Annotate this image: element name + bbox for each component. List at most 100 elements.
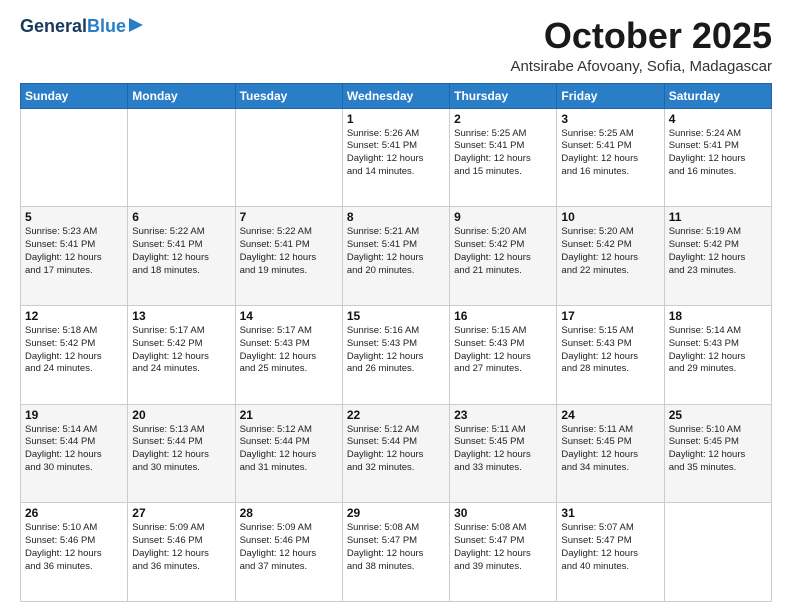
day-info: Sunrise: 5:12 AMSunset: 5:44 PMDaylight:…: [347, 424, 445, 475]
calendar-cell: 16 Sunrise: 5:15 AMSunset: 5:43 PMDayligh…: [450, 305, 557, 404]
col-sunday: Sunday: [21, 83, 128, 108]
day-number: 1: [347, 112, 445, 126]
calendar-cell: 15 Sunrise: 5:16 AMSunset: 5:43 PMDayligh…: [342, 305, 449, 404]
day-number: 15: [347, 309, 445, 323]
calendar-cell: 12Sunrise: 5:18 AMSunset: 5:42 PMDayligh…: [21, 305, 128, 404]
calendar-cell: 23 Sunrise: 5:11 AMSunset: 5:45 PMDayligh…: [450, 404, 557, 503]
calendar-week-row-1: 1Sunrise: 5:26 AMSunset: 5:41 PMDaylight…: [21, 108, 772, 207]
calendar-cell: 20 Sunrise: 5:13 AMSunset: 5:44 PMDayligh…: [128, 404, 235, 503]
day-number: 20: [132, 408, 230, 422]
day-number: 4: [669, 112, 767, 126]
calendar-cell: 31Sunrise: 5:07 AMSunset: 5:47 PMDayligh…: [557, 503, 664, 602]
calendar-cell: 17Sunrise: 5:15 AMSunset: 5:43 PMDayligh…: [557, 305, 664, 404]
day-info: Sunrise: 5:10 AMSunset: 5:46 PMDaylight:…: [25, 522, 123, 573]
location: Antsirabe Afovoany, Sofia, Madagascar: [510, 58, 772, 75]
day-number: 11: [669, 210, 767, 224]
calendar-cell: 18 Sunrise: 5:14 AMSunset: 5:43 PMDayligh…: [664, 305, 771, 404]
day-info: Sunrise: 5:12 AMSunset: 5:44 PMDaylight:…: [240, 424, 338, 475]
day-info: Sunrise: 5:19 AMSunset: 5:42 PMDaylight:…: [669, 226, 767, 277]
calendar-week-row-5: 26 Sunrise: 5:10 AMSunset: 5:46 PMDayligh…: [21, 503, 772, 602]
calendar-header-row: Sunday Monday Tuesday Wednesday Thursday…: [21, 83, 772, 108]
page: General Blue October 2025 Antsirabe Afov…: [0, 0, 792, 612]
day-info: Sunrise: 5:09 AMSunset: 5:46 PMDaylight:…: [240, 522, 338, 573]
day-info: Sunrise: 5:15 AMSunset: 5:43 PMDaylight:…: [454, 325, 552, 376]
calendar-cell: 19 Sunrise: 5:14 AMSunset: 5:44 PMDayligh…: [21, 404, 128, 503]
day-info: Sunrise: 5:14 AMSunset: 5:44 PMDaylight:…: [25, 424, 123, 475]
day-info: Sunrise: 5:17 AMSunset: 5:43 PMDaylight:…: [240, 325, 338, 376]
calendar-cell: 29Sunrise: 5:08 AMSunset: 5:47 PMDayligh…: [342, 503, 449, 602]
day-info: Sunrise: 5:20 AMSunset: 5:42 PMDaylight:…: [561, 226, 659, 277]
day-number: 30: [454, 506, 552, 520]
day-number: 26: [25, 506, 123, 520]
calendar-cell: 1Sunrise: 5:26 AMSunset: 5:41 PMDaylight…: [342, 108, 449, 207]
calendar-cell: 3Sunrise: 5:25 AMSunset: 5:41 PMDaylight…: [557, 108, 664, 207]
day-number: 13: [132, 309, 230, 323]
calendar-cell: 22 Sunrise: 5:12 AMSunset: 5:44 PMDayligh…: [342, 404, 449, 503]
calendar-cell: 27Sunrise: 5:09 AMSunset: 5:46 PMDayligh…: [128, 503, 235, 602]
col-saturday: Saturday: [664, 83, 771, 108]
calendar-cell: 2Sunrise: 5:25 AMSunset: 5:41 PMDaylight…: [450, 108, 557, 207]
calendar-week-row-2: 5 Sunrise: 5:23 AMSunset: 5:41 PMDaylight…: [21, 207, 772, 306]
calendar-cell: 6 Sunrise: 5:22 AMSunset: 5:41 PMDaylight…: [128, 207, 235, 306]
day-number: 18: [669, 309, 767, 323]
calendar-cell: 5 Sunrise: 5:23 AMSunset: 5:41 PMDaylight…: [21, 207, 128, 306]
calendar-cell: 10 Sunrise: 5:20 AMSunset: 5:42 PMDayligh…: [557, 207, 664, 306]
day-info: Sunrise: 5:14 AMSunset: 5:43 PMDaylight:…: [669, 325, 767, 376]
day-info: Sunrise: 5:25 AMSunset: 5:41 PMDaylight:…: [454, 128, 552, 179]
day-number: 3: [561, 112, 659, 126]
calendar-cell: 25 Sunrise: 5:10 AMSunset: 5:45 PMDayligh…: [664, 404, 771, 503]
logo-blue-text: Blue: [87, 16, 126, 37]
day-number: 23: [454, 408, 552, 422]
day-info: Sunrise: 5:10 AMSunset: 5:45 PMDaylight:…: [669, 424, 767, 475]
day-number: 7: [240, 210, 338, 224]
col-monday: Monday: [128, 83, 235, 108]
day-number: 5: [25, 210, 123, 224]
day-info: Sunrise: 5:11 AMSunset: 5:45 PMDaylight:…: [561, 424, 659, 475]
col-tuesday: Tuesday: [235, 83, 342, 108]
day-number: 17: [561, 309, 659, 323]
col-wednesday: Wednesday: [342, 83, 449, 108]
day-info: Sunrise: 5:16 AMSunset: 5:43 PMDaylight:…: [347, 325, 445, 376]
day-info: Sunrise: 5:22 AMSunset: 5:41 PMDaylight:…: [132, 226, 230, 277]
calendar-cell: 26 Sunrise: 5:10 AMSunset: 5:46 PMDayligh…: [21, 503, 128, 602]
day-number: 9: [454, 210, 552, 224]
calendar-week-row-3: 12Sunrise: 5:18 AMSunset: 5:42 PMDayligh…: [21, 305, 772, 404]
day-number: 25: [669, 408, 767, 422]
day-info: Sunrise: 5:20 AMSunset: 5:42 PMDaylight:…: [454, 226, 552, 277]
day-number: 16: [454, 309, 552, 323]
day-info: Sunrise: 5:24 AMSunset: 5:41 PMDaylight:…: [669, 128, 767, 179]
day-info: Sunrise: 5:08 AMSunset: 5:47 PMDaylight:…: [347, 522, 445, 573]
day-number: 10: [561, 210, 659, 224]
day-number: 12: [25, 309, 123, 323]
day-info: Sunrise: 5:23 AMSunset: 5:41 PMDaylight:…: [25, 226, 123, 277]
day-info: Sunrise: 5:13 AMSunset: 5:44 PMDaylight:…: [132, 424, 230, 475]
calendar-week-row-4: 19 Sunrise: 5:14 AMSunset: 5:44 PMDayligh…: [21, 404, 772, 503]
calendar-cell: 11 Sunrise: 5:19 AMSunset: 5:42 PMDayligh…: [664, 207, 771, 306]
day-info: Sunrise: 5:22 AMSunset: 5:41 PMDaylight:…: [240, 226, 338, 277]
calendar-cell: [21, 108, 128, 207]
day-number: 8: [347, 210, 445, 224]
calendar-cell: 4 Sunrise: 5:24 AMSunset: 5:41 PMDaylight…: [664, 108, 771, 207]
calendar-cell: 8Sunrise: 5:21 AMSunset: 5:41 PMDaylight…: [342, 207, 449, 306]
month-title: October 2025: [510, 16, 772, 56]
day-number: 19: [25, 408, 123, 422]
logo-general-text: General: [20, 16, 87, 37]
col-friday: Friday: [557, 83, 664, 108]
day-number: 6: [132, 210, 230, 224]
calendar-table: Sunday Monday Tuesday Wednesday Thursday…: [20, 83, 772, 602]
day-number: 22: [347, 408, 445, 422]
logo-arrow-icon: [127, 16, 145, 34]
title-block: October 2025 Antsirabe Afovoany, Sofia, …: [510, 16, 772, 75]
day-info: Sunrise: 5:09 AMSunset: 5:46 PMDaylight:…: [132, 522, 230, 573]
calendar-cell: [664, 503, 771, 602]
day-info: Sunrise: 5:17 AMSunset: 5:42 PMDaylight:…: [132, 325, 230, 376]
calendar-cell: 7 Sunrise: 5:22 AMSunset: 5:41 PMDaylight…: [235, 207, 342, 306]
day-info: Sunrise: 5:08 AMSunset: 5:47 PMDaylight:…: [454, 522, 552, 573]
calendar-cell: 21 Sunrise: 5:12 AMSunset: 5:44 PMDayligh…: [235, 404, 342, 503]
day-number: 28: [240, 506, 338, 520]
day-number: 31: [561, 506, 659, 520]
day-number: 21: [240, 408, 338, 422]
col-thursday: Thursday: [450, 83, 557, 108]
calendar-cell: 9 Sunrise: 5:20 AMSunset: 5:42 PMDaylight…: [450, 207, 557, 306]
day-info: Sunrise: 5:11 AMSunset: 5:45 PMDaylight:…: [454, 424, 552, 475]
